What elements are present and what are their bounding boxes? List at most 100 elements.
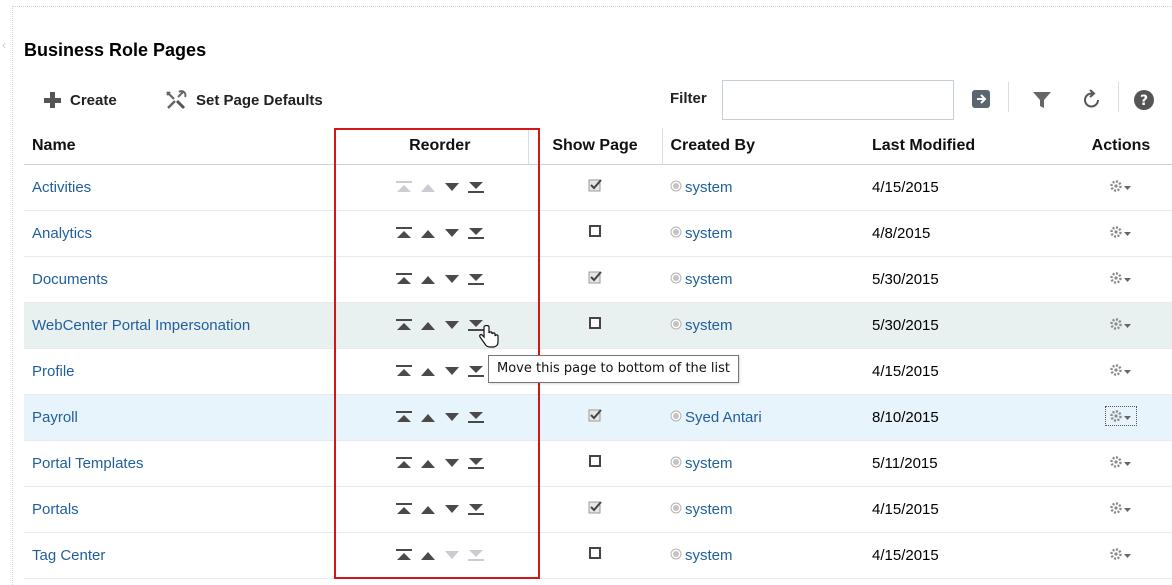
table-row[interactable]: Portal Templates system 5/11/2015 <box>24 440 1172 487</box>
creator-link[interactable]: system <box>670 225 733 242</box>
table-row[interactable]: WebCenter Portal Impersonation system 5/30… <box>24 302 1172 349</box>
page-name-link[interactable]: Analytics <box>32 225 92 242</box>
checked-checkbox-icon[interactable] <box>588 409 602 426</box>
plus-icon <box>42 90 62 110</box>
creator-name: system <box>685 316 733 334</box>
page-name-link[interactable]: Payroll <box>32 409 78 426</box>
move-up-icon[interactable] <box>419 364 437 378</box>
reorder-cell <box>352 302 528 349</box>
move-down-icon[interactable] <box>443 180 461 194</box>
checked-checkbox-icon[interactable] <box>588 501 602 518</box>
move-to-bottom-icon[interactable] <box>467 502 485 516</box>
move-up-icon[interactable] <box>419 226 437 240</box>
move-up-icon[interactable] <box>419 548 437 562</box>
actions-gear-icon[interactable] <box>1106 453 1136 471</box>
creator-link[interactable]: system <box>670 317 733 334</box>
column-header-show-page[interactable]: Show Page <box>528 128 663 165</box>
creator-link[interactable]: system <box>670 179 733 196</box>
table-row[interactable]: Tag Center system 4/15/2015 <box>24 532 1172 579</box>
filter-input[interactable] <box>722 80 954 120</box>
page-name-link[interactable]: Tag Center <box>32 547 105 564</box>
actions-gear-icon[interactable] <box>1106 361 1136 379</box>
set-page-defaults-button[interactable]: Set Page Defaults <box>164 88 323 112</box>
table-row[interactable]: Portals system 4/15/2015 <box>24 486 1172 533</box>
page-name-link[interactable]: Portals <box>32 501 79 518</box>
page-name-link[interactable]: Portal Templates <box>32 455 143 472</box>
move-up-icon[interactable] <box>419 272 437 286</box>
table-row[interactable]: Documents system 5/30/2015 <box>24 256 1172 303</box>
table-row[interactable]: Analytics system 4/8/2015 <box>24 210 1172 257</box>
move-down-icon[interactable] <box>443 226 461 240</box>
move-to-top-icon[interactable] <box>395 502 413 516</box>
actions-gear-icon[interactable] <box>1106 223 1136 241</box>
presence-status-icon <box>670 179 682 196</box>
creator-link[interactable]: Syed Antari <box>670 409 762 426</box>
move-up-icon[interactable] <box>419 410 437 424</box>
move-down-icon[interactable] <box>443 502 461 516</box>
table-row[interactable]: Activities system 4/15/2015 <box>24 164 1172 211</box>
actions-cell <box>1070 302 1172 349</box>
table-row[interactable]: Payroll Syed Antari 8/10/2015 <box>24 394 1172 441</box>
column-header-created-by[interactable]: Created By <box>662 128 864 165</box>
presence-status-icon <box>670 225 682 242</box>
reorder-cell <box>352 210 528 257</box>
unchecked-checkbox-icon[interactable] <box>588 225 602 242</box>
page-name-link[interactable]: Documents <box>32 271 108 288</box>
move-to-top-icon[interactable] <box>395 272 413 286</box>
page-name-link[interactable]: Profile <box>32 363 75 380</box>
move-down-icon[interactable] <box>443 318 461 332</box>
move-to-bottom-icon[interactable] <box>467 180 485 194</box>
actions-gear-icon[interactable] <box>1105 406 1137 426</box>
actions-gear-icon[interactable] <box>1106 315 1136 333</box>
creator-link[interactable]: system <box>670 271 733 288</box>
show-page-cell <box>528 486 662 533</box>
last-modified-cell: 4/15/2015 <box>864 486 1070 533</box>
creator-link[interactable]: system <box>670 455 733 472</box>
refresh-icon[interactable] <box>1080 88 1104 112</box>
column-header-actions: Actions <box>1070 128 1172 165</box>
checked-checkbox-icon[interactable] <box>588 179 602 196</box>
move-to-bottom-icon[interactable] <box>467 272 485 286</box>
move-to-bottom-icon[interactable] <box>467 226 485 240</box>
move-down-icon[interactable] <box>443 364 461 378</box>
move-to-top-icon[interactable] <box>395 456 413 470</box>
move-to-top-icon[interactable] <box>395 548 413 562</box>
presence-status-icon <box>670 271 682 288</box>
move-to-bottom-icon[interactable] <box>467 410 485 424</box>
move-to-top-icon[interactable] <box>395 410 413 424</box>
creator-link[interactable]: system <box>670 547 733 564</box>
move-down-icon[interactable] <box>443 272 461 286</box>
collapse-chevron-icon[interactable]: ‹ <box>2 38 10 52</box>
move-up-icon[interactable] <box>419 502 437 516</box>
help-icon[interactable]: ? <box>1132 88 1156 112</box>
move-to-bottom-icon[interactable] <box>467 364 485 378</box>
move-to-top-icon[interactable] <box>395 226 413 240</box>
creator-link[interactable]: system <box>670 501 733 518</box>
unchecked-checkbox-icon[interactable] <box>588 317 602 334</box>
move-to-top-icon[interactable] <box>395 364 413 378</box>
move-up-icon[interactable] <box>419 456 437 470</box>
unchecked-checkbox-icon[interactable] <box>588 547 602 564</box>
actions-gear-icon[interactable] <box>1106 545 1136 563</box>
unchecked-checkbox-icon[interactable] <box>588 455 602 472</box>
actions-gear-icon[interactable] <box>1106 269 1136 287</box>
move-down-icon[interactable] <box>443 410 461 424</box>
page-name-link[interactable]: Activities <box>32 179 91 196</box>
actions-gear-icon[interactable] <box>1106 499 1136 517</box>
actions-gear-icon[interactable] <box>1106 177 1136 195</box>
created-by-cell: system <box>662 302 864 349</box>
toolbar-separator <box>1118 82 1119 112</box>
name-cell: Portal Templates <box>24 440 352 487</box>
filter-funnel-icon[interactable] <box>1030 88 1054 112</box>
move-down-icon[interactable] <box>443 456 461 470</box>
checked-checkbox-icon[interactable] <box>588 271 602 288</box>
move-to-top-icon[interactable] <box>395 318 413 332</box>
column-header-name[interactable]: Name <box>24 128 352 165</box>
create-button[interactable]: Create <box>42 88 117 112</box>
go-icon[interactable] <box>970 88 992 110</box>
move-to-bottom-icon[interactable] <box>467 456 485 470</box>
page-name-link[interactable]: WebCenter Portal Impersonation <box>32 317 250 334</box>
move-up-icon[interactable] <box>419 318 437 332</box>
creator-name: system <box>685 178 733 196</box>
column-header-last-modified[interactable]: Last Modified <box>864 128 1070 165</box>
